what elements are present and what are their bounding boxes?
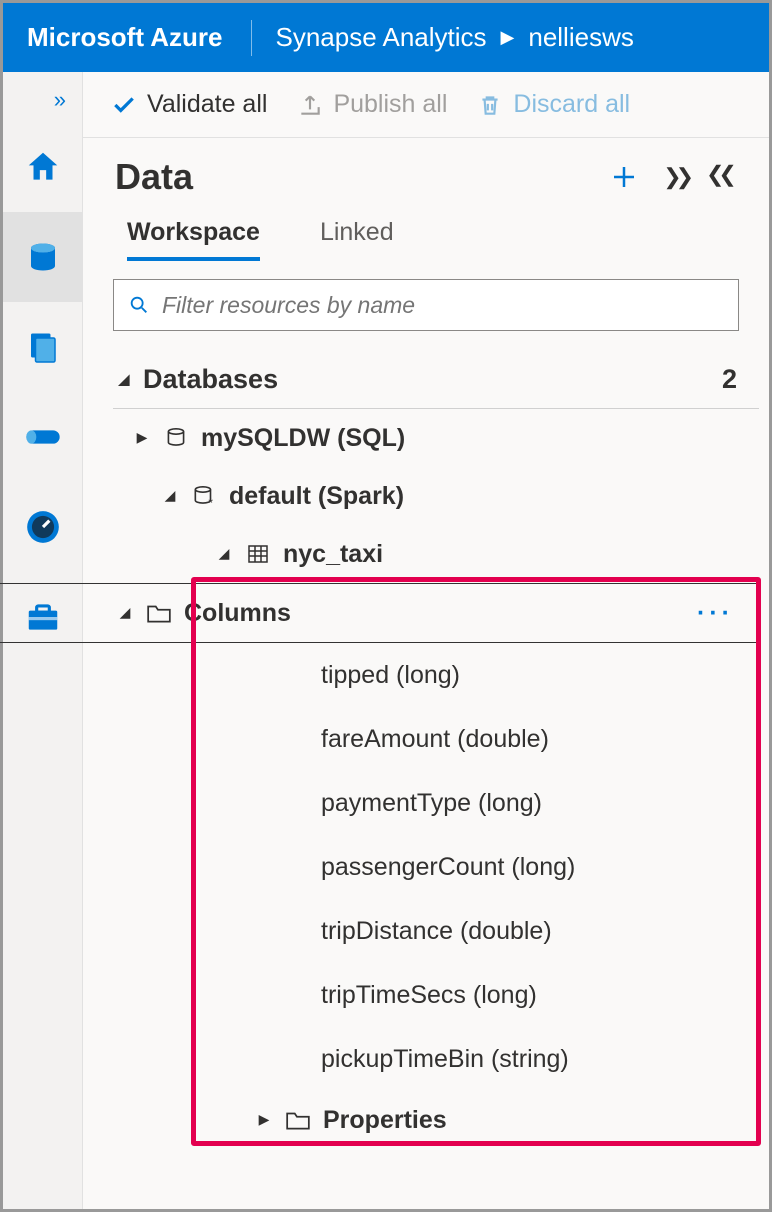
discard-all-label: Discard all xyxy=(513,90,630,119)
validate-all-button[interactable]: Validate all xyxy=(111,90,267,119)
column-item[interactable]: passengerCount (long) xyxy=(113,835,759,899)
column-item[interactable]: tripTimeSecs (long) xyxy=(113,963,759,1027)
validate-all-label: Validate all xyxy=(147,90,267,119)
columns-label: Columns xyxy=(184,599,291,628)
db-spark-node[interactable]: * default (Spark) xyxy=(113,467,759,525)
database-icon xyxy=(25,239,61,275)
svg-text:*: * xyxy=(208,496,213,509)
add-button[interactable] xyxy=(609,162,639,192)
discard-all-button[interactable]: Discard all xyxy=(477,90,630,119)
databases-count: 2 xyxy=(722,364,737,395)
column-item[interactable]: tipped (long) xyxy=(113,643,759,707)
properties-label: Properties xyxy=(323,1106,447,1135)
documents-icon xyxy=(25,329,61,365)
table-icon xyxy=(243,542,273,566)
pane-title: Data xyxy=(115,156,609,198)
folder-icon xyxy=(144,602,174,624)
chevron-down-icon xyxy=(113,371,135,389)
nav-develop[interactable] xyxy=(3,302,83,392)
chevron-right-icon: ▶ xyxy=(501,27,515,48)
chevron-down-icon xyxy=(213,545,235,563)
gauge-icon xyxy=(24,508,62,546)
tab-workspace[interactable]: Workspace xyxy=(127,218,260,261)
plus-icon xyxy=(609,162,639,192)
workspace-crumb[interactable]: nelliesws xyxy=(528,22,634,53)
upload-icon xyxy=(297,92,323,118)
nav-integrate[interactable] xyxy=(3,392,83,482)
nav-home[interactable] xyxy=(3,122,83,212)
db-spark-label: default (Spark) xyxy=(229,482,404,511)
trash-icon xyxy=(477,92,503,118)
more-actions-button[interactable]: ··· xyxy=(697,599,758,628)
filter-box[interactable] xyxy=(113,279,739,331)
db-sql-node[interactable]: mySQLDW (SQL) xyxy=(113,409,759,467)
column-item[interactable]: tripDistance (double) xyxy=(113,899,759,963)
publish-all-button[interactable]: Publish all xyxy=(297,90,447,119)
chevron-right-icon xyxy=(253,1111,275,1129)
expand-toggle[interactable]: ❯❯ xyxy=(663,164,688,190)
table-node[interactable]: nyc_taxi xyxy=(113,525,759,583)
column-item[interactable]: fareAmount (double) xyxy=(113,707,759,771)
data-tabs: Workspace Linked xyxy=(83,206,769,261)
column-item[interactable]: paymentType (long) xyxy=(113,771,759,835)
pipeline-icon xyxy=(23,417,63,457)
search-icon xyxy=(128,294,150,316)
columns-node[interactable]: Columns ··· xyxy=(0,583,759,643)
table-label: nyc_taxi xyxy=(283,540,383,569)
toolbar: Validate all Publish all Discard all xyxy=(83,72,769,138)
azure-brand[interactable]: Microsoft Azure xyxy=(27,22,251,53)
header-divider xyxy=(251,20,252,56)
check-icon xyxy=(111,92,137,118)
column-item[interactable]: pickupTimeBin (string) xyxy=(113,1027,759,1091)
chevron-right-icon xyxy=(131,429,153,447)
service-crumb[interactable]: Synapse Analytics xyxy=(276,22,487,53)
nav-data[interactable] xyxy=(3,212,83,302)
data-tree: Databases 2 mySQLDW (SQL) * default (Spa… xyxy=(83,345,769,1149)
publish-all-label: Publish all xyxy=(333,90,447,119)
pane-header: Data ❯❯ ❯❯ xyxy=(83,138,769,206)
sql-db-icon xyxy=(161,425,191,451)
tab-linked[interactable]: Linked xyxy=(320,218,394,261)
chevron-down-icon xyxy=(159,487,181,505)
folder-icon xyxy=(283,1109,313,1131)
azure-header: Microsoft Azure Synapse Analytics ▶ nell… xyxy=(3,3,769,72)
db-sql-label: mySQLDW (SQL) xyxy=(201,424,405,453)
spark-db-icon: * xyxy=(189,483,219,509)
collapse-toggle[interactable]: ❯❯ xyxy=(712,164,737,190)
chevron-down-icon xyxy=(114,604,136,622)
home-icon xyxy=(24,148,62,186)
databases-label: Databases xyxy=(143,364,278,395)
nav-monitor[interactable] xyxy=(3,482,83,572)
properties-node[interactable]: Properties xyxy=(113,1091,759,1149)
databases-section[interactable]: Databases 2 xyxy=(113,351,759,409)
filter-input[interactable] xyxy=(162,292,724,319)
rail-expand-icon[interactable]: » xyxy=(3,78,82,122)
